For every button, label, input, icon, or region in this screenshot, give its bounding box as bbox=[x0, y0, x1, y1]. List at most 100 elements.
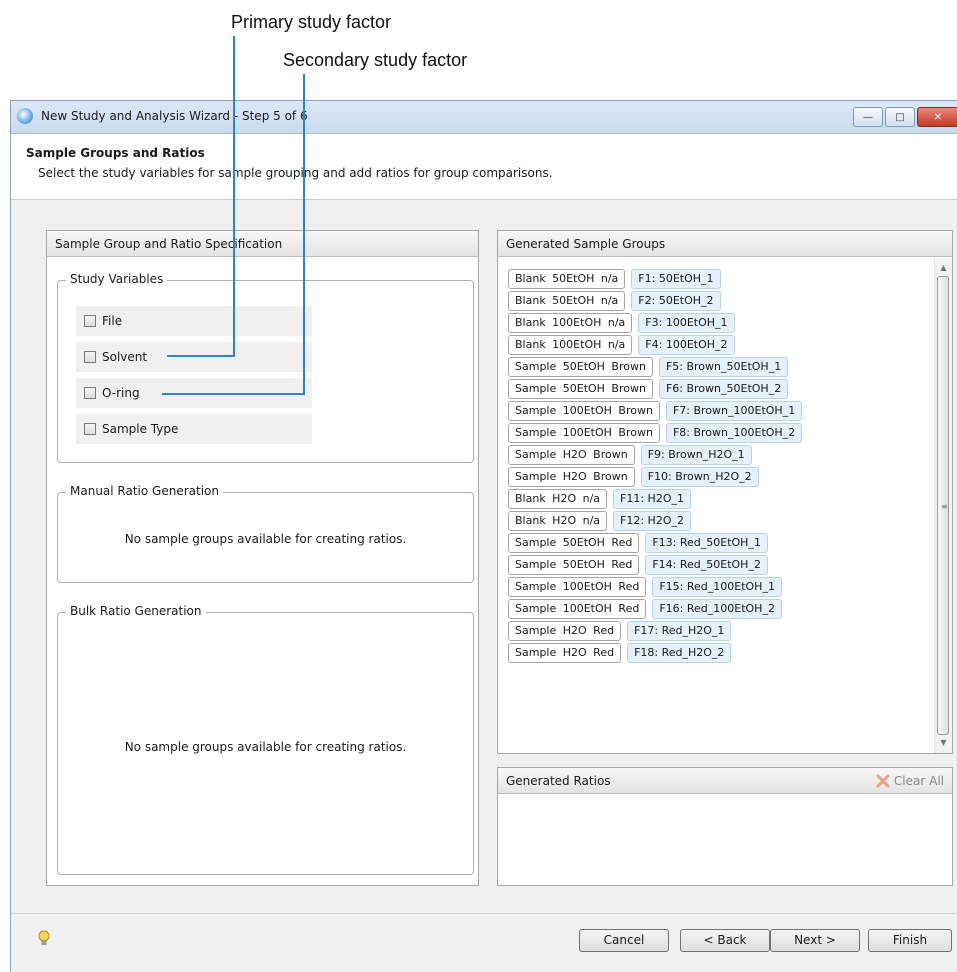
scrollbar-thumb[interactable]: ≡ bbox=[937, 276, 949, 735]
study-variable-label: Solvent bbox=[102, 350, 148, 364]
study-variables-group: Study Variables File Solvent O-ring Samp… bbox=[57, 272, 474, 463]
primary-factor-callout: Primary study factor bbox=[231, 12, 392, 32]
bulk-ratio-group: Bulk Ratio Generation No sample groups a… bbox=[57, 604, 474, 875]
next-button[interactable]: Next > bbox=[770, 929, 860, 952]
window-title: New Study and Analysis Wizard - Step 5 o… bbox=[41, 109, 308, 123]
sample-group-row[interactable]: Blank H2O n/a F11: H2O_1 bbox=[508, 489, 691, 509]
study-variable-sample-type[interactable]: Sample Type bbox=[76, 414, 312, 444]
wizard-header: Sample Groups and Ratios Select the stud… bbox=[11, 134, 957, 200]
sample-group-row[interactable]: Sample 50EtOH Red F13: Red_50EtOH_1 bbox=[508, 533, 768, 553]
solvent-checkbox[interactable] bbox=[84, 351, 96, 363]
scroll-up-icon[interactable]: ▲ bbox=[935, 260, 952, 276]
bulk-ratio-empty-message: No sample groups available for creating … bbox=[124, 740, 407, 754]
sample-group-row[interactable]: Blank 100EtOH n/a F4: 100EtOH_2 bbox=[508, 335, 735, 355]
sample-group-factors[interactable]: Sample 50EtOH Brown bbox=[508, 357, 653, 377]
sample-group-file-label: F9: Brown_H2O_1 bbox=[640, 445, 752, 465]
sample-group-row[interactable]: Sample 100EtOH Brown F7: Brown_100EtOH_1 bbox=[508, 401, 803, 421]
sample-group-row[interactable]: Sample H2O Brown F9: Brown_H2O_1 bbox=[508, 445, 752, 465]
manual-ratio-empty-message: No sample groups available for creating … bbox=[124, 532, 407, 546]
specification-panel: Sample Group and Ratio Specification Stu… bbox=[46, 230, 479, 886]
sample-group-row[interactable]: Sample 50EtOH Brown F6: Brown_50EtOH_2 bbox=[508, 379, 789, 399]
sample-group-factors[interactable]: Sample 50EtOH Red bbox=[508, 555, 640, 575]
sample-group-file-label: F16: Red_100EtOH_2 bbox=[652, 599, 782, 619]
primary-callout-line bbox=[233, 36, 235, 357]
clear-all-icon bbox=[876, 774, 890, 788]
manual-ratio-legend: Manual Ratio Generation bbox=[66, 484, 223, 498]
sample-group-row[interactable]: Sample 100EtOH Red F16: Red_100EtOH_2 bbox=[508, 599, 782, 619]
sample-group-row[interactable]: Blank 50EtOH n/a F1: 50EtOH_1 bbox=[508, 269, 721, 289]
sample-group-row[interactable]: Sample H2O Red F17: Red_H2O_1 bbox=[508, 621, 732, 641]
finish-button[interactable]: Finish bbox=[868, 929, 952, 952]
sample-group-file-label: F12: H2O_2 bbox=[613, 511, 691, 531]
lightbulb-icon[interactable] bbox=[37, 930, 51, 948]
sample-group-factors[interactable]: Sample 100EtOH Red bbox=[508, 577, 647, 597]
sample-group-row[interactable]: Sample 50EtOH Brown F5: Brown_50EtOH_1 bbox=[508, 357, 789, 377]
study-variable-label: Sample Type bbox=[102, 422, 179, 436]
ratios-panel: Generated Ratios Clear All bbox=[497, 767, 953, 886]
back-button[interactable]: < Back bbox=[680, 929, 770, 952]
title-bar: New Study and Analysis Wizard - Step 5 o… bbox=[11, 101, 957, 134]
sample-group-factors[interactable]: Sample H2O Brown bbox=[508, 467, 635, 487]
sample-group-row[interactable]: Blank 50EtOH n/a F2: 50EtOH_2 bbox=[508, 291, 721, 311]
bulk-ratio-legend: Bulk Ratio Generation bbox=[66, 604, 206, 618]
wizard-footer: Cancel < Back Next > Finish bbox=[11, 913, 957, 972]
scroll-down-icon[interactable]: ▼ bbox=[935, 735, 952, 751]
secondary-callout-line bbox=[303, 74, 305, 395]
oring-checkbox[interactable] bbox=[84, 387, 96, 399]
primary-callout-leader bbox=[167, 355, 235, 357]
sample-group-factors[interactable]: Sample 50EtOH Brown bbox=[508, 379, 653, 399]
study-variables-legend: Study Variables bbox=[66, 272, 168, 286]
page-description: Select the study variables for sample gr… bbox=[38, 166, 553, 180]
study-variable-solvent[interactable]: Solvent bbox=[76, 342, 312, 372]
sample-group-factors[interactable]: Blank 50EtOH n/a bbox=[508, 291, 626, 311]
minimize-button[interactable]: — bbox=[853, 107, 883, 127]
specification-panel-title: Sample Group and Ratio Specification bbox=[47, 231, 478, 257]
sample-groups-scrollbar[interactable]: ▲ ≡ ▼ bbox=[934, 258, 952, 753]
sample-group-file-label: F5: Brown_50EtOH_1 bbox=[658, 357, 789, 377]
minimize-icon: — bbox=[863, 111, 873, 123]
sample-group-factors[interactable]: Blank 100EtOH n/a bbox=[508, 335, 633, 355]
close-icon: ✕ bbox=[933, 111, 943, 123]
clear-all-button[interactable]: Clear All bbox=[876, 768, 944, 794]
sample-group-file-label: F17: Red_H2O_1 bbox=[627, 621, 732, 641]
sample-group-factors[interactable]: Sample 100EtOH Brown bbox=[508, 423, 660, 443]
sample-group-factors[interactable]: Sample H2O Brown bbox=[508, 445, 635, 465]
study-variable-file[interactable]: File bbox=[76, 306, 312, 336]
sample-group-row[interactable]: Sample H2O Brown F10: Brown_H2O_2 bbox=[508, 467, 759, 487]
sample-group-file-label: F13: Red_50EtOH_1 bbox=[645, 533, 768, 553]
sample-group-factors[interactable]: Blank 100EtOH n/a bbox=[508, 313, 633, 333]
cancel-button[interactable]: Cancel bbox=[579, 929, 669, 952]
sample-group-file-label: F8: Brown_100EtOH_2 bbox=[665, 423, 803, 443]
sample-group-row[interactable]: Blank 100EtOH n/a F3: 100EtOH_1 bbox=[508, 313, 735, 333]
secondary-factor-callout: Secondary study factor bbox=[283, 50, 468, 70]
manual-ratio-group: Manual Ratio Generation No sample groups… bbox=[57, 484, 474, 583]
secondary-callout-leader bbox=[162, 393, 305, 395]
sample-group-row[interactable]: Sample H2O Red F18: Red_H2O_2 bbox=[508, 643, 732, 663]
sample-group-factors[interactable]: Blank H2O n/a bbox=[508, 489, 608, 509]
sample-group-row[interactable]: Sample 100EtOH Brown F8: Brown_100EtOH_2 bbox=[508, 423, 803, 443]
sample-type-checkbox[interactable] bbox=[84, 423, 96, 435]
sample-group-factors[interactable]: Sample H2O Red bbox=[508, 621, 622, 641]
sample-group-factors[interactable]: Sample H2O Red bbox=[508, 643, 622, 663]
page-title: Sample Groups and Ratios bbox=[26, 146, 205, 160]
sample-group-factors[interactable]: Sample 100EtOH Brown bbox=[508, 401, 660, 421]
sample-group-file-label: F3: 100EtOH_1 bbox=[638, 313, 735, 333]
sample-group-factors[interactable]: Blank H2O n/a bbox=[508, 511, 608, 531]
sample-group-factors[interactable]: Blank 50EtOH n/a bbox=[508, 269, 626, 289]
sample-group-file-label: F18: Red_H2O_2 bbox=[627, 643, 732, 663]
clear-all-label: Clear All bbox=[893, 774, 944, 788]
close-button[interactable]: ✕ bbox=[917, 107, 957, 127]
maximize-icon: □ bbox=[895, 111, 905, 123]
sample-group-file-label: F1: 50EtOH_1 bbox=[631, 269, 721, 289]
sample-group-factors[interactable]: Sample 100EtOH Red bbox=[508, 599, 647, 619]
sample-group-factors[interactable]: Sample 50EtOH Red bbox=[508, 533, 640, 553]
sample-group-row[interactable]: Sample 100EtOH Red F15: Red_100EtOH_1 bbox=[508, 577, 782, 597]
sample-group-file-label: F4: 100EtOH_2 bbox=[638, 335, 735, 355]
sample-group-file-label: F10: Brown_H2O_2 bbox=[640, 467, 759, 487]
sample-group-file-label: F14: Red_50EtOH_2 bbox=[645, 555, 768, 575]
maximize-button[interactable]: □ bbox=[885, 107, 915, 127]
sample-group-file-label: F15: Red_100EtOH_1 bbox=[652, 577, 782, 597]
sample-group-row[interactable]: Blank H2O n/a F12: H2O_2 bbox=[508, 511, 691, 531]
file-checkbox[interactable] bbox=[84, 315, 96, 327]
sample-group-row[interactable]: Sample 50EtOH Red F14: Red_50EtOH_2 bbox=[508, 555, 768, 575]
